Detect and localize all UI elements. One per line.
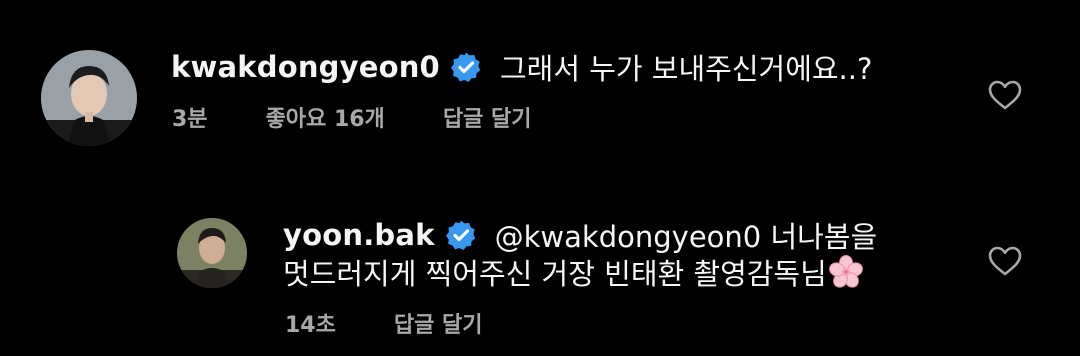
username[interactable]: kwakdongyeon0 <box>171 50 440 84</box>
reply-button[interactable]: 답글 달기 <box>394 307 483 339</box>
avatar[interactable] <box>177 218 247 288</box>
comments-panel: kwakdongyeon0 그래서 누가 보내주신거에요..? 3분 좋아요 1… <box>0 0 1080 356</box>
timestamp[interactable]: 14초 <box>285 307 336 339</box>
cherry-blossom-emoji <box>828 255 863 289</box>
heart-outline-icon[interactable] <box>988 80 1022 110</box>
comment-header: yoon.bak @kwakdongyeon0 너나봄을 <box>283 215 877 255</box>
comment-header: kwakdongyeon0 그래서 누가 보내주신거에요..? <box>171 47 872 87</box>
comment-text-line2-wrap: 멋드러지게 찍어주신 거장 빈태환 촬영감독님 <box>283 252 863 292</box>
comment-text-line2: 멋드러지게 찍어주신 거장 빈태환 촬영감독님 <box>283 257 827 291</box>
comment-meta: 3분 좋아요 16개 답글 달기 <box>172 101 532 133</box>
verified-badge-icon <box>450 51 482 83</box>
like-count[interactable]: 좋아요 16개 <box>266 101 385 133</box>
comment-meta: 14초 답글 달기 <box>285 307 483 339</box>
username[interactable]: yoon.bak <box>283 218 435 252</box>
comment-text-line1: @kwakdongyeon0 너나봄을 <box>494 220 878 254</box>
verified-badge-icon <box>445 219 477 251</box>
reply-button[interactable]: 답글 달기 <box>443 101 532 133</box>
profile-photo-yoon-bak <box>177 218 247 288</box>
profile-photo-kwakdongyeon0 <box>41 50 137 146</box>
heart-outline-icon[interactable] <box>988 246 1022 276</box>
avatar[interactable] <box>41 50 137 146</box>
timestamp[interactable]: 3분 <box>172 101 208 133</box>
comment-text: 그래서 누가 보내주신거에요..? <box>499 52 873 86</box>
